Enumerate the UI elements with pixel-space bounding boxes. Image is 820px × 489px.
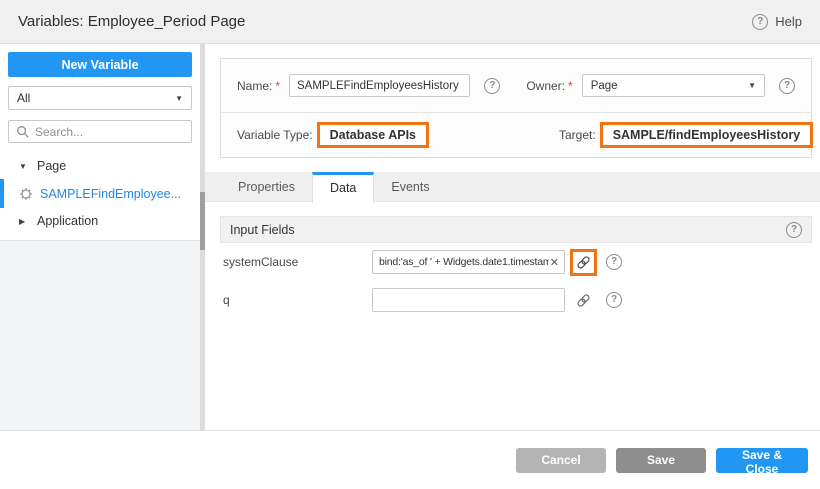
chevron-down-icon: ▼ — [175, 94, 183, 103]
variable-type-label: Variable Type: — [237, 128, 313, 142]
search-box[interactable] — [8, 120, 192, 143]
variable-type-value-annotation: Database APIs — [317, 122, 429, 148]
owner-selected-value: Page — [591, 80, 618, 92]
chevron-down-icon: ▼ — [748, 81, 756, 90]
input-field-row-systemclause: systemClause ✕ ? — [220, 248, 812, 276]
required-asterisk: * — [275, 79, 280, 93]
variables-sidebar: New Variable All ▼ ▼ Page — [0, 44, 200, 430]
help-label: Help — [775, 14, 802, 29]
systemclause-input[interactable] — [379, 256, 549, 268]
body: New Variable All ▼ ▼ Page — [0, 44, 820, 430]
selected-variable-label: SAMPLEFindEmployee... — [40, 187, 181, 201]
new-variable-button[interactable]: New Variable — [8, 52, 192, 77]
search-icon — [16, 125, 29, 138]
input-field-row-q: q ? — [220, 286, 812, 314]
name-owner-row: Name:* ? Owner:* Page ▼ ? — [221, 59, 811, 113]
name-input[interactable] — [289, 74, 470, 97]
tab-data[interactable]: Data — [312, 172, 374, 203]
tree-item-selected-variable[interactable]: SAMPLEFindEmployee... — [0, 179, 200, 208]
systemclause-label: systemClause — [220, 255, 372, 269]
detail-tabs: Properties Data Events — [205, 172, 820, 202]
cancel-button[interactable]: Cancel — [516, 448, 606, 473]
input-fields-help-icon[interactable]: ? — [786, 222, 802, 238]
q-input[interactable] — [379, 294, 560, 306]
footer-action-bar: Cancel Save Save & Close — [0, 430, 820, 489]
tree-group-application-label: Application — [37, 214, 98, 228]
help-button[interactable]: ? Help — [752, 14, 802, 30]
owner-label: Owner: — [526, 79, 565, 93]
variable-summary-panel: Name:* ? Owner:* Page ▼ ? Variable Type:… — [220, 58, 812, 158]
chevron-right-icon: ▶ — [19, 217, 28, 226]
variables-tree: ▼ Page — [0, 153, 200, 234]
target-label: Target: — [559, 128, 596, 142]
help-circle-icon: ? — [752, 14, 768, 30]
required-asterisk: * — [568, 79, 573, 93]
input-fields-title: Input Fields — [230, 223, 295, 237]
chevron-down-icon: ▼ — [19, 162, 28, 171]
title-bar: Variables: Employee_Period Page ? Help — [0, 0, 820, 44]
name-label: Name: — [237, 79, 272, 93]
clear-icon[interactable]: ✕ — [549, 256, 560, 269]
tree-group-page[interactable]: ▼ Page — [0, 153, 200, 179]
tab-events[interactable]: Events — [374, 172, 446, 201]
main-panel: Name:* ? Owner:* Page ▼ ? Variable Type:… — [205, 44, 820, 430]
save-and-close-button[interactable]: Save & Close — [716, 448, 808, 473]
type-target-row: Variable Type: Database APIs Target: SAM… — [221, 113, 811, 157]
q-help-icon[interactable]: ? — [606, 292, 622, 308]
q-input-wrap — [372, 288, 565, 312]
search-input[interactable] — [35, 125, 175, 139]
systemclause-input-wrap: ✕ — [372, 250, 565, 274]
tab-properties[interactable]: Properties — [221, 172, 312, 201]
filter-selected-value: All — [17, 91, 30, 105]
tree-group-application[interactable]: ▶ Application — [0, 208, 200, 234]
q-bind-link-button[interactable] — [570, 287, 597, 314]
tree-group-page-label: Page — [37, 159, 66, 173]
systemclause-bind-link-button[interactable] — [570, 249, 597, 276]
target-value-annotation: SAMPLE/findEmployeesHistory — [600, 122, 814, 148]
variables-page: Variables: Employee_Period Page ? Help N… — [0, 0, 820, 489]
owner-select[interactable]: Page ▼ — [582, 74, 765, 97]
systemclause-help-icon[interactable]: ? — [606, 254, 622, 270]
sidebar-empty-area — [0, 240, 200, 430]
variable-filter-select[interactable]: All ▼ — [8, 86, 192, 110]
q-label: q — [220, 293, 372, 307]
page-title: Variables: Employee_Period Page — [18, 13, 245, 30]
variable-type-icon — [19, 187, 33, 201]
name-help-icon[interactable]: ? — [484, 78, 500, 94]
input-fields-header: Input Fields ? — [220, 216, 812, 243]
owner-help-icon[interactable]: ? — [779, 78, 795, 94]
save-button[interactable]: Save — [616, 448, 706, 473]
